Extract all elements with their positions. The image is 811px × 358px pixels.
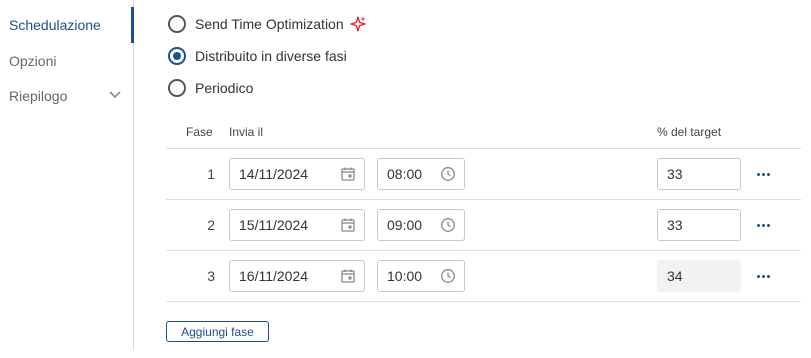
clock-icon[interactable] (440, 166, 456, 182)
sparkle-icon (349, 16, 366, 32)
add-phase-button[interactable]: Aggiungi fase (166, 321, 269, 342)
calendar-icon[interactable] (340, 268, 356, 284)
table-divider (166, 250, 801, 251)
target-percent-readonly: 34 (657, 260, 741, 292)
time-field[interactable]: 08:00 (377, 158, 465, 190)
radio-send-time-optimization[interactable]: Send Time Optimization (168, 15, 366, 33)
sidebar-item-riepilogo[interactable]: Riepilogo (9, 88, 67, 104)
clock-icon[interactable] (440, 217, 456, 233)
table-divider (166, 301, 801, 302)
radio-button-checked[interactable] (168, 47, 186, 65)
phase-number: 1 (207, 166, 215, 182)
radio-label: Distribuito in diverse fasi (195, 48, 347, 64)
date-field[interactable]: 16/11/2024 (229, 260, 365, 292)
column-header-fase: Fase (186, 125, 213, 139)
time-field[interactable]: 09:00 (377, 209, 465, 241)
column-header-invia-il: Invia il (229, 125, 264, 139)
sidebar-nav: Schedulazione Opzioni Riepilogo (0, 0, 134, 358)
radio-button[interactable] (168, 79, 186, 97)
clock-icon[interactable] (440, 268, 456, 284)
date-field[interactable]: 15/11/2024 (229, 209, 365, 241)
sidebar-divider (133, 0, 134, 350)
calendar-icon[interactable] (340, 217, 356, 233)
sidebar-item-schedulazione[interactable]: Schedulazione (9, 17, 101, 33)
sidebar-item-opzioni[interactable]: Opzioni (9, 53, 56, 69)
table-divider (166, 199, 801, 200)
phase-number: 2 (207, 217, 215, 233)
sidebar-active-indicator (131, 7, 134, 43)
radio-label: Periodico (195, 80, 254, 96)
row-more-menu-icon[interactable] (757, 271, 775, 281)
row-more-menu-icon[interactable] (757, 169, 775, 179)
date-field[interactable]: 14/11/2024 (229, 158, 365, 190)
radio-distribuito-fasi[interactable]: Distribuito in diverse fasi (168, 47, 347, 65)
phase-number: 3 (207, 268, 215, 284)
target-percent-input[interactable]: 33 (657, 158, 741, 190)
chevron-down-icon[interactable] (109, 90, 121, 100)
radio-label: Send Time Optimization (195, 16, 344, 32)
radio-periodico[interactable]: Periodico (168, 79, 253, 97)
time-field[interactable]: 10:00 (377, 260, 465, 292)
target-percent-input[interactable]: 33 (657, 209, 741, 241)
table-divider (166, 148, 801, 149)
calendar-icon[interactable] (340, 166, 356, 182)
column-header-target: % del target (657, 125, 722, 139)
radio-button[interactable] (168, 15, 186, 33)
row-more-menu-icon[interactable] (757, 220, 775, 230)
